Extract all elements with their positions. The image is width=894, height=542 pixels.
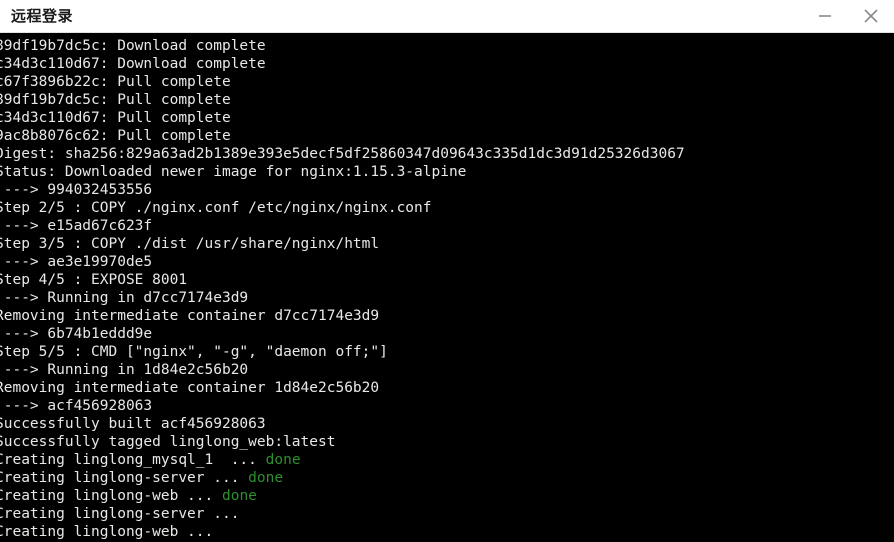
terminal-line-text: ---> e15ad67c623f: [0, 218, 153, 234]
terminal-line-text: ---> Running in d7cc7174e3d9: [0, 290, 249, 306]
terminal-line: Successfully built acf456928063: [0, 415, 894, 433]
terminal-line: ---> acf456928063: [0, 397, 894, 415]
terminal-line-text: c34d3c110d67: Download complete: [0, 56, 266, 72]
terminal-line-text: ---> 994032453556: [0, 182, 153, 198]
close-icon: [861, 6, 881, 26]
terminal-line-text: Step 5/5 : CMD ["nginx", "-g", "daemon o…: [0, 344, 388, 360]
terminal-line: Step 3/5 : COPY ./dist /usr/share/nginx/…: [0, 235, 894, 253]
terminal-line-text: Step 3/5 : COPY ./dist /usr/share/nginx/…: [0, 236, 380, 252]
terminal-status-done: done: [248, 470, 284, 486]
terminal-line: Status: Downloaded newer image for nginx…: [0, 163, 894, 181]
terminal-line: ---> 994032453556: [0, 181, 894, 199]
terminal-line-text: ---> acf456928063: [0, 398, 153, 414]
terminal-line: c67f3896b22c: Pull complete: [0, 73, 894, 91]
terminal-line-text: Successfully tagged linglong_web:latest: [0, 434, 336, 450]
terminal-line: 9ac8b8076c62: Pull complete: [0, 127, 894, 145]
terminal-line: Step 2/5 : COPY ./nginx.conf /etc/nginx/…: [0, 199, 894, 217]
terminal-line: c34d3c110d67: Download complete: [0, 55, 894, 73]
terminal-line: Creating linglong-web ... done: [0, 487, 894, 505]
terminal-line-text: Digest: sha256:829a63ad2b1389e393e5decf5…: [0, 146, 685, 162]
terminal-line-text: 89df19b7dc5c: Download complete: [0, 38, 266, 54]
terminal-line: Step 4/5 : EXPOSE 8001: [0, 271, 894, 289]
terminal-line-text: 89df19b7dc5c: Pull complete: [0, 92, 231, 108]
window-controls: [802, 0, 894, 33]
terminal-line: ---> Running in d7cc7174e3d9: [0, 289, 894, 307]
terminal-status-done: done: [221, 488, 257, 504]
terminal-line-text: c67f3896b22c: Pull complete: [0, 74, 231, 90]
terminal-line-text: Step 4/5 : EXPOSE 8001: [0, 272, 188, 288]
terminal-line-text: Status: Downloaded newer image for nginx…: [0, 164, 467, 180]
terminal-line-text: Creating linglong-web ...: [0, 488, 222, 504]
terminal-line: ---> e15ad67c623f: [0, 217, 894, 235]
minimize-icon: [816, 7, 834, 25]
close-button[interactable]: [848, 0, 894, 33]
terminal-lines: 89df19b7dc5c: Download complete c34d3c110…: [0, 37, 894, 541]
terminal-line-text: Removing intermediate container d7cc7174…: [0, 308, 380, 324]
terminal-line: Digest: sha256:829a63ad2b1389e393e5decf5…: [0, 145, 894, 163]
terminal-line: Removing intermediate container 1d84e2c5…: [0, 379, 894, 397]
terminal-output-panel[interactable]: 89df19b7dc5c: Download complete c34d3c110…: [0, 33, 894, 542]
terminal-line-text: ---> 6b74b1eddd9e: [0, 326, 153, 342]
terminal-line: Creating linglong-web ...: [0, 523, 894, 541]
terminal-line: ---> Running in 1d84e2c56b20: [0, 361, 894, 379]
terminal-line-text: Step 2/5 : COPY ./nginx.conf /etc/nginx/…: [0, 200, 432, 216]
terminal-line: Removing intermediate container d7cc7174…: [0, 307, 894, 325]
terminal-line: Creating linglong-server ...: [0, 505, 894, 523]
window-titlebar[interactable]: 远程登录: [0, 0, 894, 33]
terminal-line: Step 5/5 : CMD ["nginx", "-g", "daemon o…: [0, 343, 894, 361]
terminal-line-text: Creating linglong_mysql_1 ...: [0, 452, 266, 468]
terminal-line: 89df19b7dc5c: Pull complete: [0, 91, 894, 109]
terminal-line: 89df19b7dc5c: Download complete: [0, 37, 894, 55]
terminal-line-text: 9ac8b8076c62: Pull complete: [0, 128, 231, 144]
terminal-line-text: Removing intermediate container 1d84e2c5…: [0, 380, 380, 396]
terminal-line-text: ---> Running in 1d84e2c56b20: [0, 362, 249, 378]
terminal-line: ---> ae3e19970de5: [0, 253, 894, 271]
window-title: 远程登录: [11, 6, 74, 25]
terminal-line: Successfully tagged linglong_web:latest: [0, 433, 894, 451]
terminal-line-text: Creating linglong-web ...: [0, 524, 222, 540]
terminal-line: c34d3c110d67: Pull complete: [0, 109, 894, 127]
terminal-line: Creating linglong-server ... done: [0, 469, 894, 487]
terminal-line-text: ---> ae3e19970de5: [0, 254, 153, 270]
minimize-button[interactable]: [802, 0, 848, 33]
terminal-line: Creating linglong_mysql_1 ... done: [0, 451, 894, 469]
terminal-line-text: Creating linglong-server ...: [0, 470, 249, 486]
terminal-line: ---> 6b74b1eddd9e: [0, 325, 894, 343]
remote-login-window: 远程登录 89df19b7dc5c: Download complete c34…: [0, 0, 894, 542]
terminal-line-text: Creating linglong-server ...: [0, 506, 249, 522]
terminal-line-text: c34d3c110d67: Pull complete: [0, 110, 231, 126]
terminal-status-done: done: [265, 452, 301, 468]
terminal-line-text: Successfully built acf456928063: [0, 416, 266, 432]
